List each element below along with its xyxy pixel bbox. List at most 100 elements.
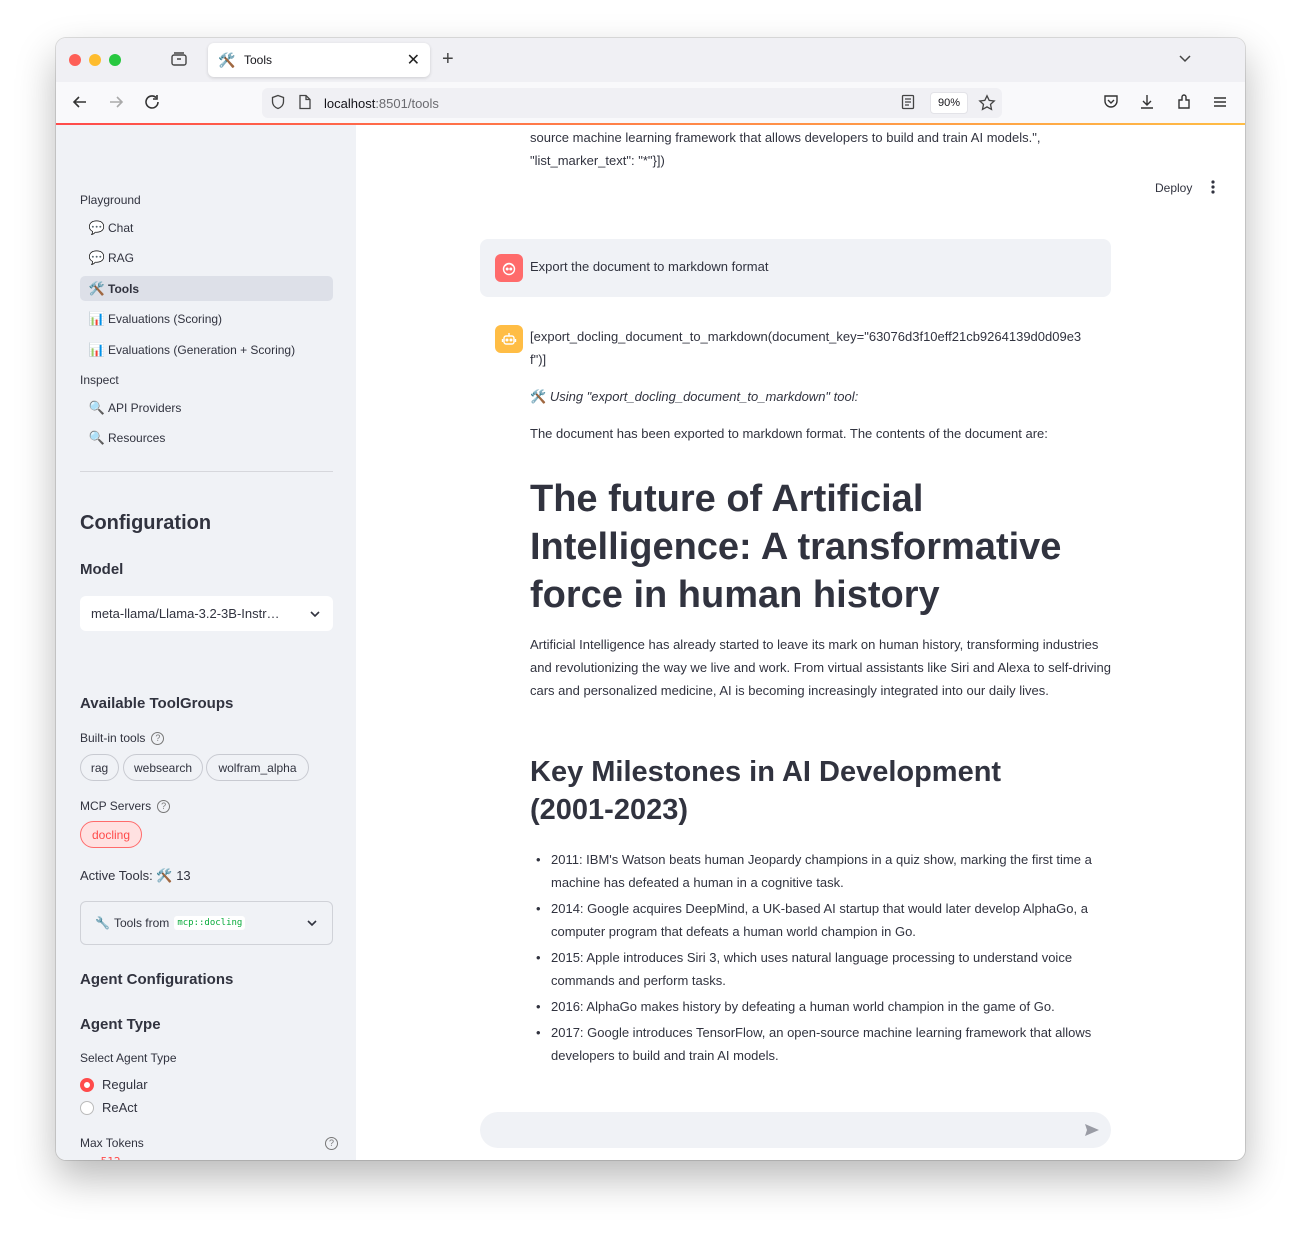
sidebar-item-api-providers[interactable]: 🔍 API Providers bbox=[80, 395, 333, 420]
list-item: 2015: Apple introduces Siri 3, which use… bbox=[530, 946, 1120, 992]
back-icon[interactable] bbox=[70, 92, 92, 114]
shield-icon[interactable] bbox=[270, 94, 288, 112]
help-icon[interactable]: ? bbox=[157, 799, 171, 813]
browser-tab[interactable]: 🛠️ Tools ✕ bbox=[208, 43, 430, 77]
main-content: Deploy source machine learning framework… bbox=[356, 125, 1245, 1160]
radio-regular[interactable]: Regular bbox=[80, 1077, 148, 1092]
tool-call-text: [export_docling_document_to_markdown(doc… bbox=[530, 329, 1082, 367]
bar-chart-icon: 📊 bbox=[88, 341, 106, 357]
model-select[interactable]: meta-llama/Llama-3.2-3B-Instr… bbox=[80, 596, 333, 631]
browser-window: 🛠️ Tools ✕ + localhost:8501/tools 90% Pl… bbox=[56, 38, 1245, 1160]
mcp-pill-docling[interactable]: docling bbox=[80, 821, 142, 848]
document-title: The future of Artificial Intelligence: A… bbox=[530, 478, 1062, 616]
zoom-level[interactable]: 90% bbox=[929, 92, 968, 114]
radio-unselected-icon bbox=[80, 1100, 94, 1115]
tools-icon: 🛠️ bbox=[88, 280, 106, 296]
sidebar-item-tools[interactable]: 🛠️ Tools bbox=[80, 276, 333, 301]
select-agent-label: Select Agent Type bbox=[80, 1051, 177, 1065]
sidebar-divider bbox=[80, 471, 333, 472]
tool-pill-rag[interactable]: rag bbox=[80, 754, 119, 781]
wrench-icon: 🔧 bbox=[95, 916, 110, 930]
expander-label: Tools from bbox=[113, 916, 170, 930]
help-icon[interactable]: ? bbox=[151, 731, 165, 745]
sidebar-item-label: Evaluations (Scoring) bbox=[108, 311, 223, 326]
assistant-avatar-icon bbox=[495, 325, 523, 353]
speech-bubble-icon: 💬 bbox=[88, 249, 106, 265]
sidebar-item-rag[interactable]: 💬 RAG bbox=[80, 245, 333, 270]
user-avatar-icon bbox=[495, 254, 523, 282]
model-heading: Model bbox=[80, 561, 124, 578]
speech-bubble-icon: 💬 bbox=[88, 219, 106, 235]
tool-use-note: 🛠️ Using "export_docling_document_to_mar… bbox=[530, 389, 859, 404]
chevron-down-icon bbox=[309, 608, 321, 620]
tools-icon: 🛠️ bbox=[530, 389, 547, 404]
tools-from-expander[interactable]: 🔧 Tools from mcp::docling bbox=[80, 901, 333, 945]
mcp-servers-label: MCP Servers? bbox=[80, 799, 171, 813]
tab-title: Tools bbox=[244, 53, 273, 67]
more-options-icon[interactable] bbox=[1210, 179, 1218, 195]
list-item: 2014: Google acquires DeepMind, a UK-bas… bbox=[530, 897, 1120, 943]
deploy-button[interactable]: Deploy bbox=[1155, 181, 1192, 195]
reload-icon[interactable] bbox=[142, 92, 164, 114]
sidebar: Playground 💬 Chat 💬 RAG 🛠️ Tools 📊 Evalu… bbox=[56, 125, 356, 1160]
chat-input[interactable] bbox=[480, 1112, 1111, 1148]
section-inspect: Inspect bbox=[80, 373, 119, 387]
active-tools-count: Active Tools: 🛠️ 13 bbox=[80, 868, 191, 883]
chevron-down-icon[interactable] bbox=[1177, 50, 1193, 70]
close-window-button[interactable] bbox=[69, 54, 81, 66]
streamlit-app: Playground 💬 Chat 💬 RAG 🛠️ Tools 📊 Evalu… bbox=[56, 125, 1245, 1160]
tab-groups-icon[interactable] bbox=[170, 50, 192, 70]
list-item: 2017: Google introduces TensorFlow, an o… bbox=[530, 1021, 1120, 1067]
reader-view-icon[interactable] bbox=[900, 94, 918, 112]
pocket-icon[interactable] bbox=[1102, 93, 1122, 113]
radio-react[interactable]: ReAct bbox=[80, 1100, 137, 1115]
builtin-tools-label: Built-in tools? bbox=[80, 731, 165, 745]
send-icon[interactable] bbox=[1083, 1121, 1101, 1139]
new-tab-icon[interactable]: + bbox=[442, 48, 454, 71]
result-intro: The document has been exported to markdo… bbox=[530, 426, 1048, 441]
tool-pill-websearch[interactable]: websearch bbox=[123, 754, 203, 781]
max-tokens-label: Max Tokens bbox=[80, 1136, 144, 1150]
sidebar-item-chat[interactable]: 💬 Chat bbox=[80, 215, 333, 240]
sidebar-item-resources[interactable]: 🔍 Resources bbox=[80, 425, 333, 450]
page-icon bbox=[298, 94, 314, 112]
configuration-heading: Configuration bbox=[80, 512, 212, 534]
section-playground: Playground bbox=[80, 193, 141, 207]
sidebar-item-label: Chat bbox=[108, 220, 134, 235]
expander-code: mcp::docling bbox=[174, 916, 246, 930]
document-paragraph: Artificial Intelligence has already star… bbox=[530, 637, 1111, 698]
max-tokens-value: 512 bbox=[101, 1155, 121, 1160]
user-message-text: Export the document to markdown format bbox=[530, 259, 769, 274]
close-tab-icon[interactable]: ✕ bbox=[407, 50, 420, 70]
url-text[interactable]: localhost:8501/tools bbox=[324, 96, 900, 111]
minimize-window-button[interactable] bbox=[89, 54, 101, 66]
list-item: 2011: IBM's Watson beats human Jeopardy … bbox=[530, 848, 1120, 894]
menu-icon[interactable] bbox=[1211, 93, 1231, 113]
extensions-icon[interactable] bbox=[1175, 93, 1195, 113]
sidebar-item-label: Resources bbox=[108, 430, 166, 445]
radio-selected-icon bbox=[80, 1077, 94, 1092]
magnifier-icon: 🔍 bbox=[88, 429, 106, 445]
sidebar-item-label: Tools bbox=[108, 281, 140, 296]
zoom-window-button[interactable] bbox=[109, 54, 121, 66]
sidebar-item-evaluations-scoring[interactable]: 📊 Evaluations (Scoring) bbox=[80, 306, 333, 331]
model-select-value: meta-llama/Llama-3.2-3B-Instr… bbox=[91, 606, 280, 621]
sidebar-item-label: Evaluations (Generation + Scoring) bbox=[108, 342, 296, 357]
sidebar-item-label: API Providers bbox=[108, 400, 182, 415]
tool-pill-wolfram-alpha[interactable]: wolfram_alpha bbox=[206, 754, 309, 781]
milestones-list: 2011: IBM's Watson beats human Jeopardy … bbox=[530, 848, 1120, 1070]
tools-icon: 🛠️ bbox=[156, 868, 173, 883]
help-icon[interactable]: ? bbox=[325, 1137, 338, 1150]
address-bar[interactable]: localhost:8501/tools 90% bbox=[262, 88, 1002, 118]
forward-icon[interactable] bbox=[106, 92, 128, 114]
downloads-icon[interactable] bbox=[1138, 93, 1158, 113]
chevron-down-icon bbox=[306, 917, 318, 929]
agent-config-heading: Agent Configurations bbox=[80, 971, 234, 988]
browser-toolbar: localhost:8501/tools 90% bbox=[56, 82, 1245, 124]
sidebar-item-evaluations-generation[interactable]: 📊 Evaluations (Generation + Scoring) bbox=[80, 337, 333, 362]
bar-chart-icon: 📊 bbox=[88, 310, 106, 326]
document-subheading: Key Milestones in AI Development (2001-2… bbox=[530, 756, 1002, 826]
tab-strip: 🛠️ Tools ✕ + bbox=[56, 38, 1245, 82]
tools-icon: 🛠️ bbox=[218, 51, 236, 68]
bookmark-star-icon[interactable] bbox=[978, 94, 996, 112]
